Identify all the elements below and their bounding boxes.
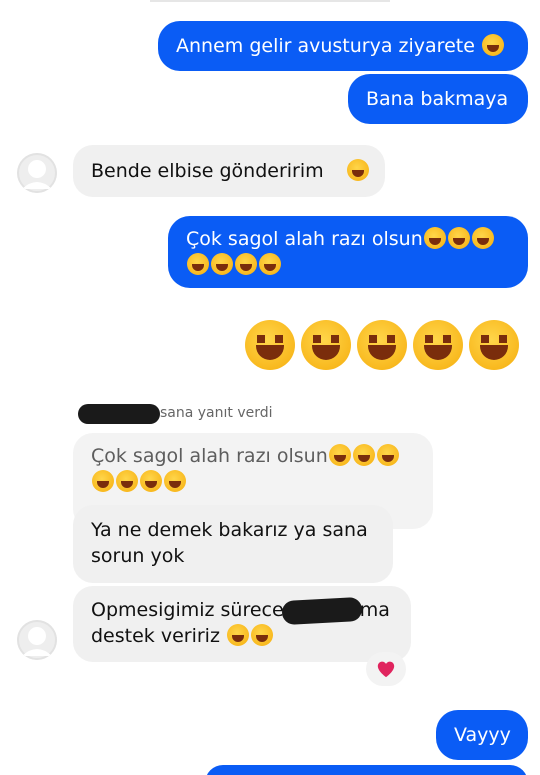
message-text: destek veririz xyxy=(91,625,220,647)
red-heart-icon xyxy=(377,661,395,678)
top-divider xyxy=(150,0,390,2)
grinning-squinting-emoji-icon xyxy=(245,320,295,370)
rofl-emoji-icon xyxy=(259,253,281,275)
message-text: ma xyxy=(359,599,390,621)
grinning-squinting-emoji-icon xyxy=(469,320,519,370)
message-text: Opmesigimiz sürece xyxy=(91,599,284,621)
rofl-emoji-icon xyxy=(140,470,162,492)
redacted-name xyxy=(78,404,160,424)
rofl-emoji-icon xyxy=(187,253,209,275)
incoming-message[interactable]: Ya ne demek bakarız ya sana sorun yok xyxy=(73,505,393,583)
default-avatar-icon xyxy=(17,620,57,660)
outgoing-message[interactable]: Çok sagol alah razı olsun xyxy=(168,216,528,288)
grinning-squinting-emoji-icon xyxy=(357,320,407,370)
reply-label: sana yanıt verdi xyxy=(160,405,273,421)
message-text: Ya ne demek bakarız ya sana xyxy=(91,519,368,541)
quoted-text: Çok sagol alah razı olsun xyxy=(91,445,328,467)
avatar[interactable] xyxy=(17,620,57,660)
big-emoji-message[interactable] xyxy=(242,320,522,374)
outgoing-message[interactable]: Annem gelir avusturya ziyarete xyxy=(158,21,528,71)
partial-outgoing-message[interactable] xyxy=(205,765,528,775)
grinning-squinting-emoji-icon xyxy=(301,320,351,370)
laughing-emoji-icon xyxy=(481,34,504,56)
rofl-emoji-icon xyxy=(376,444,399,466)
rofl-emoji-icon xyxy=(211,253,233,275)
rofl-emoji-icon xyxy=(116,470,138,492)
message-text: Çok sagol alah razı olsun xyxy=(186,228,423,250)
avatar[interactable] xyxy=(17,153,57,193)
rofl-emoji-icon xyxy=(447,227,470,249)
redacted-word xyxy=(281,596,363,626)
message-text: sorun yok xyxy=(91,545,185,567)
incoming-message[interactable]: Opmesigimiz sürece ma destek veririz xyxy=(73,586,411,662)
grinning-squinting-emoji-icon xyxy=(413,320,463,370)
rofl-emoji-icon xyxy=(471,227,494,249)
outgoing-message[interactable]: Bana bakmaya xyxy=(348,74,528,124)
laughing-emoji-icon xyxy=(423,227,446,249)
rofl-emoji-icon xyxy=(235,253,257,275)
laughing-emoji-icon xyxy=(328,444,351,466)
message-text: Vayyy xyxy=(454,724,511,746)
default-avatar-icon xyxy=(17,153,57,193)
reaction-badge[interactable] xyxy=(366,652,406,686)
rofl-emoji-icon xyxy=(352,444,375,466)
rofl-emoji-icon xyxy=(92,470,114,492)
message-text: Annem gelir avusturya ziyarete xyxy=(176,35,475,57)
outgoing-message[interactable]: Vayyy xyxy=(436,710,528,760)
message-text: Bende elbise gönderirim xyxy=(91,160,324,182)
message-text: Bana bakmaya xyxy=(366,88,509,110)
rofl-emoji-icon xyxy=(164,470,186,492)
incoming-message[interactable]: Bende elbise gönderirim xyxy=(73,145,385,197)
laughing-emoji-icon xyxy=(346,159,369,181)
laughing-emoji-icon xyxy=(250,624,273,646)
laughing-emoji-icon xyxy=(226,624,249,646)
